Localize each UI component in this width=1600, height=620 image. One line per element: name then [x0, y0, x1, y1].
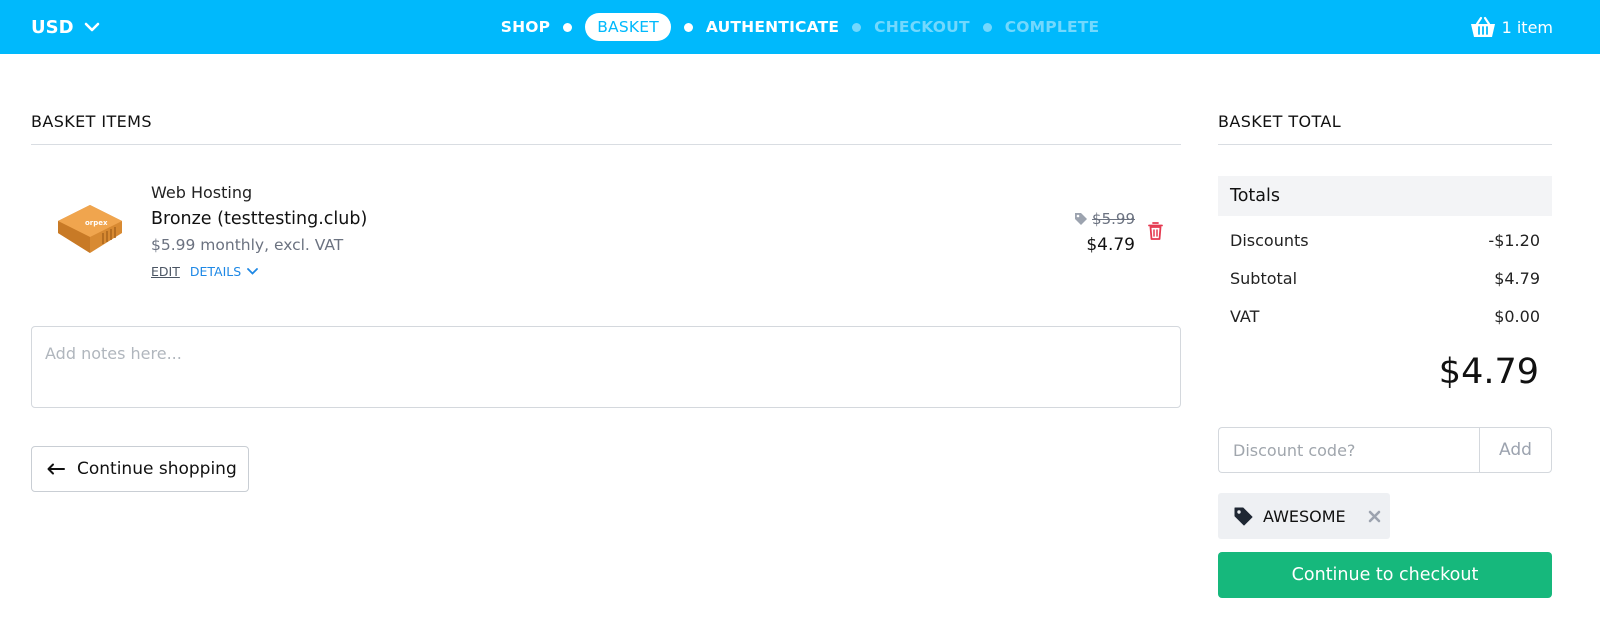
- cart-count: 1 item: [1501, 17, 1553, 37]
- totals-row-label: Subtotal: [1230, 269, 1298, 288]
- continue-to-checkout-button[interactable]: Continue to checkout: [1218, 552, 1552, 598]
- item-category: Web Hosting: [151, 183, 253, 202]
- totals-row-discounts: Discounts -$1.20: [1218, 231, 1552, 250]
- top-bar: USD SHOP BASKET AUTHENTICATE CHECKOUT CO…: [0, 0, 1600, 54]
- chevron-down-icon: [84, 22, 99, 32]
- totals-heading: Totals: [1218, 176, 1552, 216]
- step-separator: [982, 22, 992, 32]
- currency-label: USD: [31, 16, 74, 38]
- step-complete: COMPLETE: [1004, 18, 1100, 36]
- add-discount-button[interactable]: Add: [1479, 427, 1552, 473]
- basket-total-heading: BASKET TOTAL: [1218, 112, 1552, 145]
- cart-summary[interactable]: 1 item: [1470, 0, 1553, 54]
- details-label: DETAILS: [189, 264, 242, 279]
- notes-field[interactable]: [31, 326, 1181, 408]
- chevron-down-icon: [247, 268, 259, 275]
- totals-row-vat: VAT $0.00: [1218, 307, 1552, 326]
- totals-row-value: $0.00: [1494, 307, 1540, 326]
- step-separator: [852, 22, 862, 32]
- tag-icon: [1075, 213, 1088, 225]
- product-image: orpex: [55, 203, 125, 263]
- product-image-logo: orpex: [85, 219, 108, 227]
- step-shop[interactable]: SHOP: [501, 18, 550, 36]
- grand-total: $4.79: [1438, 352, 1539, 392]
- remove-coupon-button[interactable]: [1368, 510, 1381, 523]
- item-actions: EDIT DETAILS: [151, 264, 259, 279]
- discount-code-input[interactable]: [1218, 427, 1479, 473]
- totals-row-label: VAT: [1230, 307, 1260, 326]
- step-separator: [563, 22, 573, 32]
- step-basket[interactable]: BASKET: [585, 13, 671, 41]
- basket-items-heading: BASKET ITEMS: [31, 112, 1181, 145]
- close-icon: [1368, 510, 1380, 522]
- totals-row-value: $4.79: [1494, 269, 1540, 288]
- currency-selector[interactable]: USD: [31, 0, 100, 54]
- arrow-left-icon: [47, 463, 65, 475]
- edit-link[interactable]: EDIT: [151, 264, 180, 279]
- tag-icon: [1234, 507, 1253, 525]
- step-checkout: CHECKOUT: [874, 18, 970, 36]
- details-toggle[interactable]: DETAILS: [189, 264, 259, 279]
- discounted-price: $4.79: [1086, 235, 1135, 255]
- continue-shopping-label: Continue shopping: [77, 459, 237, 479]
- trash-icon: [1148, 222, 1163, 240]
- totals-row-value: -$1.20: [1488, 231, 1540, 250]
- remove-item-button[interactable]: [1148, 222, 1163, 244]
- step-separator: [683, 22, 693, 32]
- totals-row-label: Discounts: [1230, 231, 1309, 250]
- totals-row-subtotal: Subtotal $4.79: [1218, 269, 1552, 288]
- item-price-description: $5.99 monthly, excl. VAT: [151, 236, 344, 254]
- item-name: Bronze (testtesting.club): [151, 209, 368, 229]
- discount-code-group: Add: [1218, 427, 1552, 473]
- basket-icon: [1470, 16, 1495, 37]
- step-authenticate[interactable]: AUTHENTICATE: [706, 18, 839, 36]
- original-price: $5.99: [1074, 210, 1135, 228]
- continue-shopping-button[interactable]: Continue shopping: [31, 446, 249, 492]
- original-price-value: $5.99: [1092, 210, 1135, 228]
- checkout-steps: SHOP BASKET AUTHENTICATE CHECKOUT COMPLE…: [0, 0, 1600, 54]
- coupon-code: AWESOME: [1263, 506, 1346, 526]
- applied-coupon: AWESOME: [1218, 493, 1390, 539]
